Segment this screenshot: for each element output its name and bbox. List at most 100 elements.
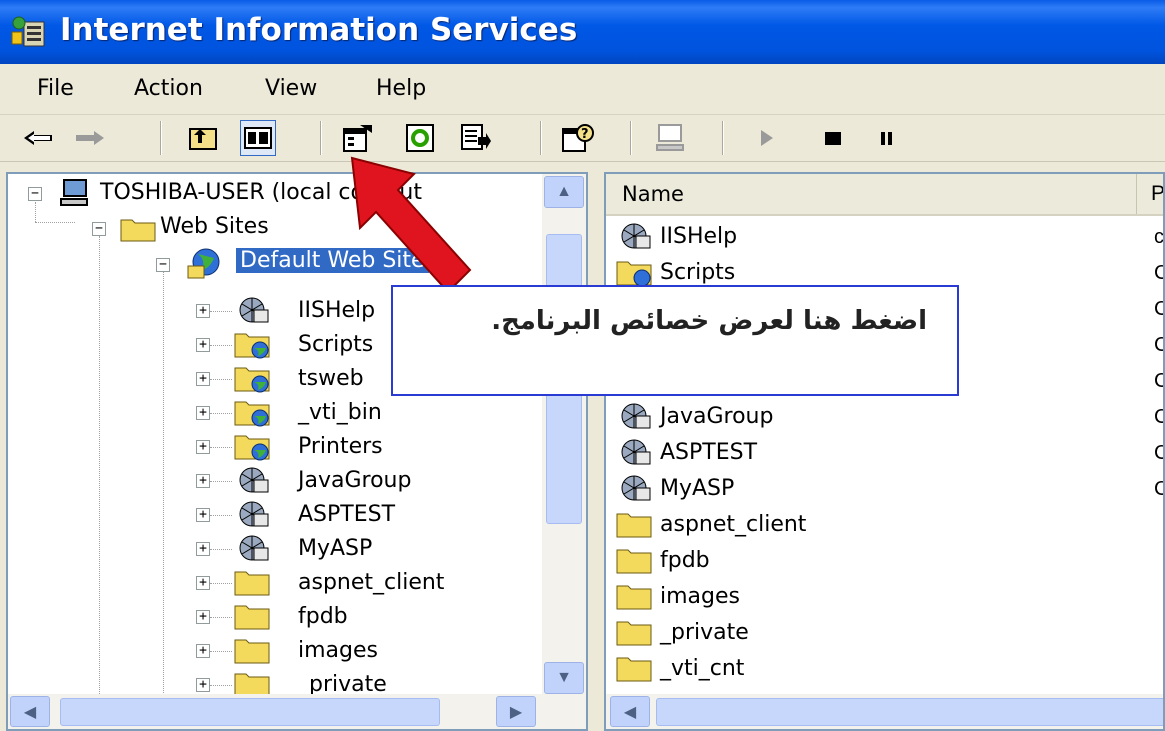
list-item-path: C (1154, 478, 1163, 501)
connect-button[interactable] (652, 120, 688, 156)
folder-icon (616, 549, 652, 574)
tree-expand-toggle[interactable]: + (196, 542, 210, 556)
menu-view[interactable]: View (265, 76, 317, 101)
up-folder-icon (189, 128, 217, 150)
tree-guide (35, 202, 36, 222)
tree-guide (210, 685, 232, 686)
scroll-left-button[interactable]: ◀ (10, 696, 50, 727)
tree-guide (210, 617, 232, 618)
stop-button[interactable] (815, 120, 851, 156)
svg-text:?: ? (581, 127, 589, 142)
web-app-globe-icon (621, 439, 651, 465)
tree-item-label[interactable]: Scripts (298, 332, 373, 357)
folder-icon (616, 657, 652, 682)
forward-button[interactable] (72, 120, 108, 156)
tree-collapse-toggle[interactable]: − (28, 187, 42, 201)
list-item-name[interactable]: Scripts (660, 260, 735, 285)
callout-text: اضغط هنا لعرض خصائص البرنامج. (491, 306, 927, 336)
tree-item-label[interactable]: images (298, 638, 378, 663)
virtual-directory-icon (234, 367, 270, 393)
tree-pane[interactable]: − TOSHIBA-USER (local comput − Web Sites… (6, 172, 588, 731)
tree-expand-toggle[interactable]: + (196, 372, 210, 386)
list-pane[interactable]: Name P IISHelpcScriptsCCCCJavaGroupCASPT… (604, 172, 1165, 731)
web-app-globe-icon (621, 403, 651, 429)
list-horizontal-scrollbar[interactable]: ◀ (606, 694, 1163, 729)
title-bar: Internet Information Services (0, 0, 1165, 64)
start-button[interactable] (748, 120, 784, 156)
column-header-path[interactable]: P (1136, 174, 1163, 214)
red-arrow-annotation (350, 156, 472, 294)
tree-item-label[interactable]: JavaGroup (298, 468, 411, 493)
menu-file[interactable]: File (37, 76, 74, 101)
show-hide-tree-icon (244, 127, 272, 149)
tree-expand-toggle[interactable]: + (196, 508, 210, 522)
tree-expand-toggle[interactable]: + (196, 610, 210, 624)
tree-item-label[interactable]: ASPTEST (298, 502, 395, 527)
folder-icon (234, 639, 270, 664)
tree-collapse-toggle[interactable]: − (92, 222, 106, 236)
tree-item-label[interactable]: Printers (298, 434, 383, 459)
pause-button[interactable] (868, 120, 904, 156)
tree-item-label[interactable]: MyASP (298, 536, 372, 561)
scroll-up-button[interactable]: ▲ (544, 176, 584, 208)
list-item-path: C (1154, 370, 1163, 393)
pause-icon (881, 132, 892, 145)
tree-item-label[interactable]: aspnet_client (298, 570, 444, 595)
list-item-name[interactable]: images (660, 584, 740, 609)
web-app-globe-icon (239, 535, 269, 561)
toolbar-separator (320, 121, 322, 155)
instruction-callout: اضغط هنا لعرض خصائص البرنامج. (391, 285, 959, 396)
list-item-name[interactable]: IISHelp (660, 224, 737, 249)
tree-expand-toggle[interactable]: + (196, 644, 210, 658)
tree-item-label[interactable]: IISHelp (298, 298, 375, 323)
list-item-name[interactable]: ASPTEST (660, 440, 757, 465)
show-hide-tree-button[interactable] (240, 120, 276, 156)
scroll-down-button[interactable]: ▼ (544, 662, 584, 694)
list-item-path: C (1154, 262, 1163, 285)
tree-expand-toggle[interactable]: + (196, 338, 210, 352)
scroll-thumb[interactable] (656, 698, 1163, 726)
back-button[interactable] (20, 120, 56, 156)
folder-icon (616, 621, 652, 646)
computer-icon (656, 124, 684, 151)
list-item-name[interactable]: MyASP (660, 476, 734, 501)
list-item-name[interactable]: JavaGroup (660, 404, 773, 429)
scroll-thumb[interactable] (60, 698, 440, 726)
menu-help[interactable]: Help (376, 76, 426, 101)
tree-item-label[interactable]: _vti_bin (298, 400, 382, 425)
tree-item-label[interactable]: tsweb (298, 366, 364, 391)
up-one-level-button[interactable] (185, 120, 221, 156)
tree-expand-toggle[interactable]: + (196, 440, 210, 454)
tree-guide (163, 269, 164, 729)
tree-guide (35, 222, 75, 223)
virtual-directory-icon (234, 401, 270, 427)
list-item-name[interactable]: _private (660, 620, 749, 645)
list-item-name[interactable]: aspnet_client (660, 512, 806, 537)
folder-icon (120, 219, 156, 242)
scroll-left-button[interactable]: ◀ (610, 696, 650, 727)
tree-guide (210, 583, 232, 584)
column-header-name[interactable]: Name (622, 182, 684, 206)
web-app-globe-icon (239, 467, 269, 493)
tree-expand-toggle[interactable]: + (196, 678, 210, 692)
list-item-path: C (1154, 298, 1163, 321)
scroll-right-button[interactable]: ▶ (496, 696, 536, 727)
tree-expand-toggle[interactable]: + (196, 406, 210, 420)
menu-action[interactable]: Action (134, 76, 203, 101)
tree-expand-toggle[interactable]: + (196, 474, 210, 488)
tree-collapse-toggle[interactable]: − (156, 258, 170, 272)
tree-vertical-scrollbar[interactable]: ▲ ▼ (542, 174, 586, 694)
folder-icon (616, 513, 652, 538)
list-item-name[interactable]: fpdb (660, 548, 710, 573)
tree-expand-toggle[interactable]: + (196, 576, 210, 590)
tree-web-sites-label[interactable]: Web Sites (160, 214, 269, 239)
list-item-name[interactable]: _vti_cnt (660, 656, 744, 681)
iis-app-icon (11, 16, 45, 47)
help-button[interactable]: ? (560, 120, 596, 156)
tree-horizontal-scrollbar[interactable]: ◀ ▶ (8, 694, 586, 729)
toolbar-separator (630, 121, 632, 155)
list-item-path: C (1154, 334, 1163, 357)
tree-item-label[interactable]: fpdb (298, 604, 348, 629)
tree-expand-toggle[interactable]: + (196, 304, 210, 318)
forward-arrow-icon (76, 131, 104, 145)
